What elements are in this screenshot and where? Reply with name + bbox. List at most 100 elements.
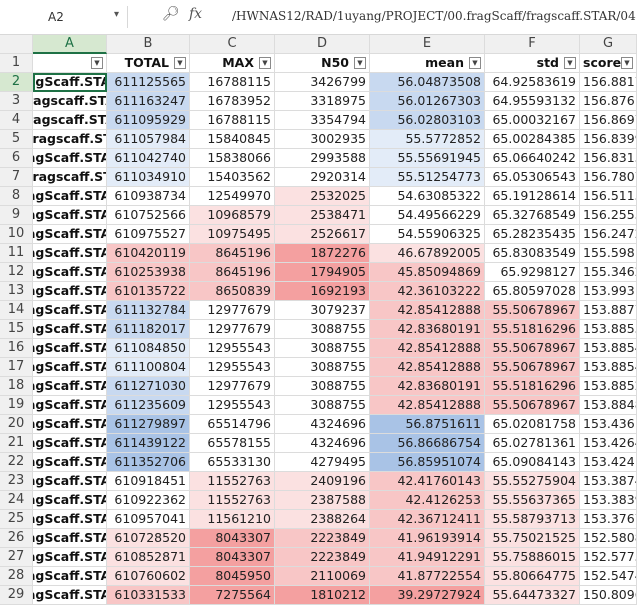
cell-g[interactable]: 152.5775 (580, 548, 637, 567)
cell-c[interactable]: 15838066 (190, 149, 275, 168)
cell-a[interactable]: agScaff.STA (33, 244, 107, 263)
cell-c[interactable]: 8045950 (190, 567, 275, 586)
cell-a[interactable]: agScaff.STA (33, 548, 107, 567)
header-cell-max[interactable]: MAX ▼ (190, 54, 275, 73)
filter-dropdown-icon[interactable]: ▼ (354, 57, 366, 69)
cell-f[interactable]: 55.51816296 (485, 320, 580, 339)
cell-c[interactable]: 65533130 (190, 453, 275, 472)
cell-d[interactable]: 4324696 (275, 415, 370, 434)
column-header-e[interactable]: E (370, 35, 485, 54)
cell-b[interactable]: 611034910 (107, 168, 190, 187)
cell-g[interactable]: 156.8817 (580, 73, 637, 92)
row-header[interactable]: 13 (0, 282, 33, 301)
cell-e[interactable]: 41.87722554 (370, 567, 485, 586)
cell-e[interactable]: 41.94912291 (370, 548, 485, 567)
row-header[interactable]: 10 (0, 225, 33, 244)
column-header-d[interactable]: D (275, 35, 370, 54)
cell-b[interactable]: 610938734 (107, 187, 190, 206)
cell-a[interactable]: agScaff.STA (33, 320, 107, 339)
cell-g[interactable]: 156.8315 (580, 149, 637, 168)
header-cell-n50[interactable]: N50 ▼ (275, 54, 370, 73)
cell-c[interactable]: 16788115 (190, 111, 275, 130)
cell-g[interactable]: 156.7807 (580, 168, 637, 187)
row-header[interactable]: 25 (0, 510, 33, 529)
cell-b[interactable]: 610760602 (107, 567, 190, 586)
cell-b[interactable]: 611352706 (107, 453, 190, 472)
cell-a[interactable]: agScaff.STA (33, 567, 107, 586)
cell-d[interactable]: 2223849 (275, 548, 370, 567)
row-header[interactable]: 18 (0, 377, 33, 396)
cell-e[interactable]: 56.04873508 (370, 73, 485, 92)
cell-g[interactable]: 156.5115 (580, 187, 637, 206)
cell-a[interactable]: agScaff.STA (33, 396, 107, 415)
cell-f[interactable]: 65.05306543 (485, 168, 580, 187)
cell-d[interactable]: 3088755 (275, 377, 370, 396)
cell-e[interactable]: 42.85412888 (370, 396, 485, 415)
cell-b[interactable]: 611182017 (107, 320, 190, 339)
cell-a[interactable]: ragscaff.STA (33, 92, 107, 111)
cell-d[interactable]: 3088755 (275, 358, 370, 377)
cell-c[interactable]: 8645196 (190, 263, 275, 282)
cell-e[interactable]: 42.4126253 (370, 491, 485, 510)
cell-c[interactable]: 10968579 (190, 206, 275, 225)
cell-e[interactable]: 39.29727924 (370, 586, 485, 605)
cell-c[interactable]: 8043307 (190, 529, 275, 548)
cell-a[interactable]: agScaff.STA (33, 453, 107, 472)
row-header[interactable]: 20 (0, 415, 33, 434)
row-header[interactable]: 27 (0, 548, 33, 567)
cell-f[interactable]: 55.50678967 (485, 339, 580, 358)
column-header-a[interactable]: A (33, 35, 107, 54)
spreadsheet-grid[interactable]: ABCDEFG1▼TOTAL▼MAX▼N50▼mean▼std▼score▼2a… (0, 35, 637, 605)
cell-a[interactable]: agScaff.STA (33, 282, 107, 301)
cell-e[interactable]: 46.67892005 (370, 244, 485, 263)
cell-d[interactable]: 2920314 (275, 168, 370, 187)
cell-g[interactable]: 155.598 (580, 244, 637, 263)
row-header[interactable]: 22 (0, 453, 33, 472)
cell-b[interactable]: 611132784 (107, 301, 190, 320)
cell-d[interactable]: 2532025 (275, 187, 370, 206)
cell-a[interactable]: fragscaff.ST (33, 168, 107, 187)
cell-b[interactable]: 611439122 (107, 434, 190, 453)
cell-f[interactable]: 64.95593132 (485, 92, 580, 111)
cell-g[interactable]: 153.3767 (580, 510, 637, 529)
cell-g[interactable]: 150.8096 (580, 586, 637, 605)
cell-c[interactable]: 12977679 (190, 320, 275, 339)
cell-d[interactable]: 1794905 (275, 263, 370, 282)
filter-dropdown-icon[interactable]: ▼ (564, 57, 576, 69)
fx-icon[interactable]: fx (189, 6, 202, 22)
cell-b[interactable]: 610135722 (107, 282, 190, 301)
cell-e[interactable]: 42.85412888 (370, 339, 485, 358)
row-header[interactable]: 7 (0, 168, 33, 187)
cell-f[interactable]: 65.00032167 (485, 111, 580, 130)
cell-d[interactable]: 3426799 (275, 73, 370, 92)
cell-g[interactable]: 152.5474 (580, 567, 637, 586)
cell-a[interactable]: agScaff.STA (33, 206, 107, 225)
row-header[interactable]: 26 (0, 529, 33, 548)
cell-b[interactable]: 610752566 (107, 206, 190, 225)
cell-a[interactable]: agScaff.STA (33, 415, 107, 434)
row-header[interactable]: 24 (0, 491, 33, 510)
filter-dropdown-icon[interactable]: ▼ (259, 57, 271, 69)
row-header[interactable]: 1 (0, 54, 33, 73)
cell-c[interactable]: 11561210 (190, 510, 275, 529)
cell-g[interactable]: 152.5808 (580, 529, 637, 548)
chevron-down-icon[interactable]: ▾ (114, 9, 119, 20)
cell-d[interactable]: 3079237 (275, 301, 370, 320)
cell-f[interactable]: 65.09084143 (485, 453, 580, 472)
row-header[interactable]: 15 (0, 320, 33, 339)
filter-dropdown-icon[interactable]: ▼ (91, 57, 103, 69)
cell-a[interactable]: agScaff.STA (33, 586, 107, 605)
cell-b[interactable]: 611235609 (107, 396, 190, 415)
cell-c[interactable]: 16788115 (190, 73, 275, 92)
column-header-c[interactable]: C (190, 35, 275, 54)
header-cell-a[interactable]: ▼ (33, 54, 107, 73)
cell-f[interactable]: 55.51816296 (485, 377, 580, 396)
cell-b[interactable]: 611271030 (107, 377, 190, 396)
header-cell-total[interactable]: TOTAL ▼ (107, 54, 190, 73)
cell-d[interactable]: 2538471 (275, 206, 370, 225)
cell-b[interactable]: 610922362 (107, 491, 190, 510)
cell-b[interactable]: 611163247 (107, 92, 190, 111)
cell-a[interactable]: fragscaff.ST (33, 130, 107, 149)
row-header[interactable]: 28 (0, 567, 33, 586)
cell-g[interactable]: 156.2555 (580, 206, 637, 225)
